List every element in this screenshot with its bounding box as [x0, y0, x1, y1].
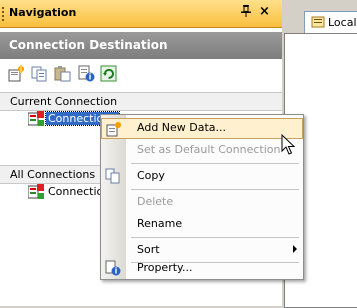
context-menu: Add New Data... Set as Default Connectio… — [100, 114, 304, 280]
navigation-title: Navigation — [9, 6, 77, 19]
new-connection-icon[interactable] — [8, 65, 25, 82]
tab-local[interactable]: Local — [304, 11, 357, 33]
refresh-icon[interactable] — [100, 65, 117, 82]
menu-separator — [131, 163, 299, 164]
copy-icon[interactable] — [31, 65, 48, 82]
menu-item-property[interactable]: Property... — [101, 258, 303, 278]
menu-item-label: Delete — [137, 195, 174, 208]
menu-item-rename[interactable]: Rename — [101, 214, 303, 235]
navigation-toolbar — [0, 59, 282, 89]
menu-separator — [131, 189, 299, 190]
all-connection-name: Connectio — [48, 185, 104, 198]
copy-icon — [105, 168, 121, 184]
pin-icon[interactable] — [241, 5, 251, 20]
menu-item-delete[interactable]: Delete — [101, 192, 303, 213]
menu-item-copy[interactable]: Copy — [101, 166, 303, 187]
paste-icon[interactable] — [54, 65, 71, 82]
menu-item-set-default-connection[interactable]: Set as Default Connection — [101, 140, 303, 161]
connection-icon — [27, 184, 44, 200]
property-icon — [105, 260, 121, 276]
connection-destination-header: Connection Destination — [0, 32, 282, 59]
menu-item-label: Property... — [137, 261, 193, 274]
mouse-cursor-icon — [281, 133, 296, 159]
submenu-arrow-icon — [293, 245, 297, 253]
connection-icon — [27, 111, 44, 127]
menu-item-label: Add New Data... — [137, 121, 227, 134]
tree-item-connection1[interactable]: Connection1 — [27, 111, 121, 128]
close-icon[interactable]: × — [259, 4, 270, 19]
tree-item-connection[interactable]: Connectio — [27, 184, 104, 201]
navigation-title-bar[interactable]: Navigation × — [0, 0, 282, 28]
property-icon[interactable] — [78, 65, 95, 82]
menu-item-label: Sort — [137, 243, 160, 256]
menu-item-label: Set as Default Connection — [137, 143, 281, 156]
database-icon — [311, 15, 325, 32]
new-data-icon — [106, 121, 122, 137]
current-connection-section: Current Connection — [0, 92, 282, 111]
menu-item-label: Rename — [137, 217, 183, 230]
menu-item-add-new-data[interactable]: Add New Data... — [101, 118, 303, 139]
current-connection-label: Current Connection — [10, 95, 118, 108]
grip-icon[interactable] — [2, 7, 4, 21]
menu-separator — [131, 237, 299, 238]
tab-local-label: Local — [328, 16, 357, 29]
menu-item-label: Copy — [137, 169, 165, 182]
connection-destination-label: Connection Destination — [9, 38, 168, 52]
all-connections-label: All Connections — [10, 168, 96, 181]
